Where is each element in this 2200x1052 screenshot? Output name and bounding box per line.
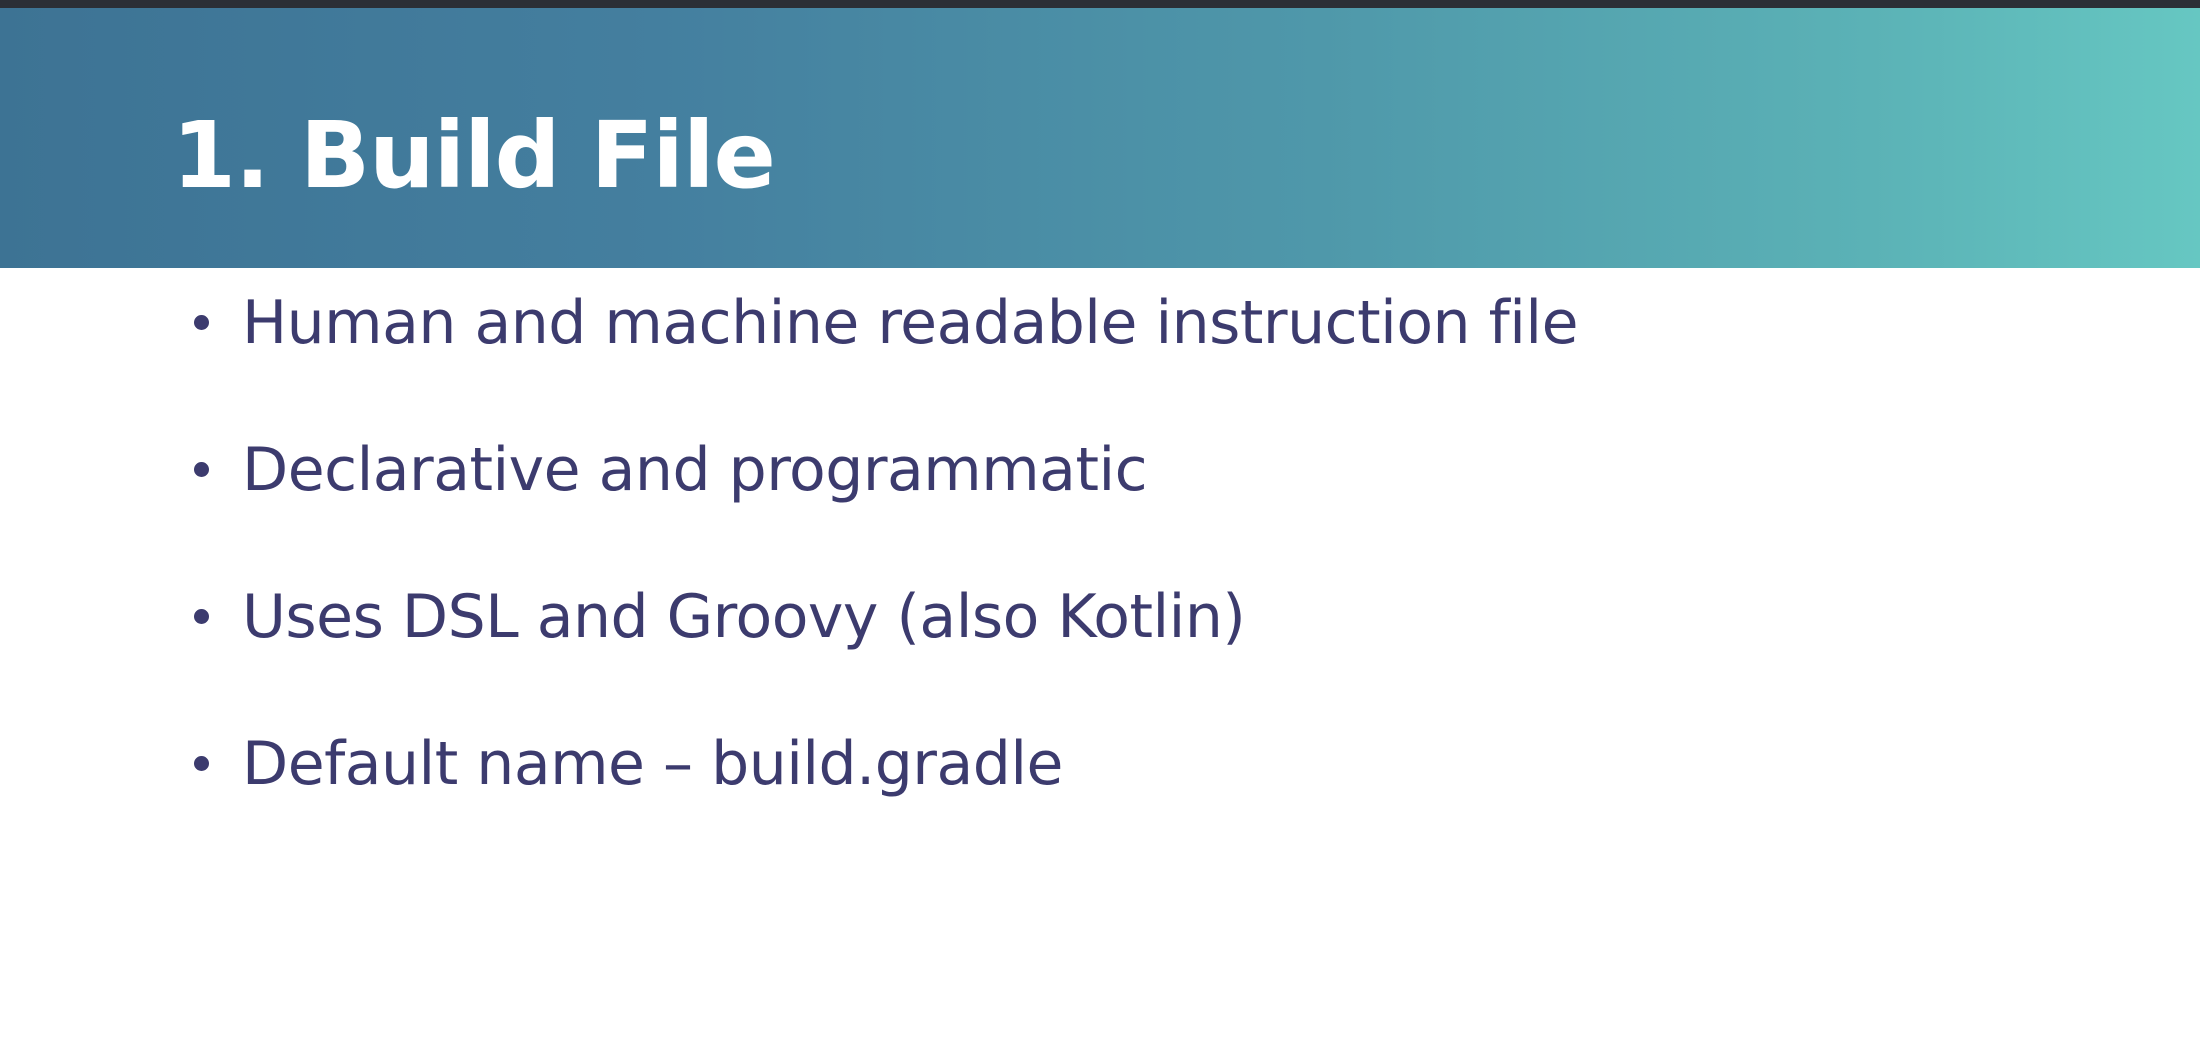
bullet-dot-icon <box>194 315 209 330</box>
bullet-text: Default name – build.gradle <box>242 729 1063 799</box>
slide-title: 1. Build File <box>172 102 776 209</box>
bullet-text: Uses DSL and Groovy (also Kotlin) <box>242 582 1246 652</box>
bullet-text: Declarative and programmatic <box>242 435 1148 505</box>
bullet-dot-icon <box>194 462 209 477</box>
bullet-dot-icon <box>194 756 209 771</box>
bullet-text: Human and machine readable instruction f… <box>242 288 1579 358</box>
window-top-strip <box>0 0 2200 8</box>
bullet-dot-icon <box>194 609 209 624</box>
slide-header: 1. Build File <box>0 8 2200 268</box>
